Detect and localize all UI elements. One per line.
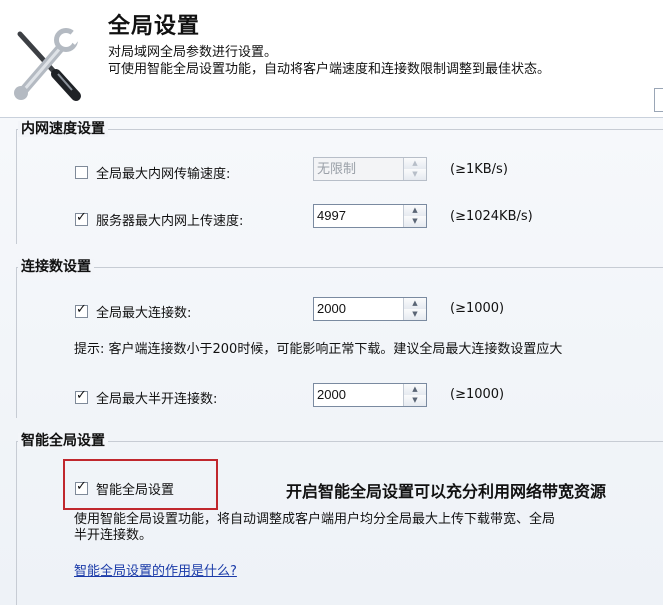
smart-description: 使用智能全局设置功能，将自动调整成客户端用户均分全局最大上传下载带宽、全局 半开… — [74, 512, 555, 544]
global-halfopen-conn-row: 全局最大半开连接数: — [75, 388, 217, 407]
spin-down-icon[interactable]: ▼ — [404, 216, 426, 227]
global-max-speed-checkbox[interactable] — [75, 166, 88, 179]
global-max-speed-stepper[interactable]: 无限制 ▲ ▼ — [313, 157, 427, 181]
page-title: 全局设置 — [108, 14, 201, 39]
global-max-conn-label: 全局最大连接数: — [96, 306, 192, 321]
spin-down-icon[interactable]: ▼ — [404, 309, 426, 320]
wrench-screwdriver-icon — [14, 27, 84, 101]
server-upload-speed-label: 服务器最大内网上传速度: — [96, 214, 244, 229]
server-upload-speed-stepper[interactable]: 4997 ▲ ▼ — [313, 204, 427, 228]
smart-group-title: 智能全局设置 — [18, 433, 108, 449]
global-max-speed-label: 全局最大内网传输速度: — [96, 167, 231, 182]
global-halfopen-conn-value: 2000 — [317, 387, 346, 402]
server-upload-speed-row: 服务器最大内网上传速度: — [75, 210, 243, 229]
description-line-1: 对局域网全局参数进行设置。 — [108, 45, 278, 60]
smart-description-line-1: 使用智能全局设置功能，将自动调整成客户端用户均分全局最大上传下载带宽、全局 — [74, 512, 556, 527]
spin-down-icon[interactable]: ▼ — [404, 169, 426, 180]
global-max-speed-row: 全局最大内网传输速度: — [75, 163, 230, 182]
global-halfopen-conn-checkbox[interactable] — [75, 388, 88, 404]
global-max-speed-range: (≥1KB/s) — [450, 162, 508, 177]
global-max-conn-row: 全局最大连接数: — [75, 302, 191, 321]
callout-text: 开启智能全局设置可以充分利用网络带宽资源 — [286, 482, 607, 501]
global-max-conn-range: (≥1000) — [450, 301, 505, 316]
global-max-conn-value: 2000 — [317, 301, 346, 316]
page-description: 对局域网全局参数进行设置。 可使用智能全局设置功能，自动将客户端速度和连接数限制… — [108, 44, 550, 78]
highlight-box — [63, 459, 218, 510]
global-halfopen-conn-range: (≥1000) — [450, 387, 505, 402]
conn-hint-text: 提示: 客户端连接数小于200时候，可能影响正常下载。建议全局最大连接数设置应大 — [74, 342, 563, 357]
header-edge-control — [654, 88, 663, 112]
spin-up-icon[interactable]: ▲ — [404, 384, 426, 395]
conn-group-title: 连接数设置 — [18, 259, 94, 275]
smart-help-link[interactable]: 智能全局设置的作用是什么? — [74, 560, 237, 579]
server-upload-speed-checkbox[interactable] — [75, 210, 88, 226]
spin-down-icon[interactable]: ▼ — [404, 395, 426, 406]
smart-description-line-2: 半开连接数。 — [74, 528, 153, 543]
description-line-2: 可使用智能全局设置功能，自动将客户端速度和连接数限制调整到最佳状态。 — [108, 62, 551, 77]
global-max-conn-stepper[interactable]: 2000 ▲ ▼ — [313, 297, 427, 321]
header: 全局设置 对局域网全局参数进行设置。 可使用智能全局设置功能，自动将客户端速度和… — [0, 0, 663, 117]
server-upload-speed-range: (≥1024KB/s) — [450, 209, 533, 224]
global-halfopen-conn-stepper[interactable]: 2000 ▲ ▼ — [313, 383, 427, 407]
server-upload-speed-value: 4997 — [317, 208, 346, 223]
global-max-conn-checkbox[interactable] — [75, 302, 88, 318]
speed-group-title: 内网速度设置 — [18, 121, 108, 137]
global-max-speed-value: 无限制 — [317, 161, 357, 176]
spin-up-icon[interactable]: ▲ — [404, 205, 426, 216]
global-halfopen-conn-label: 全局最大半开连接数: — [96, 392, 218, 407]
spin-up-icon[interactable]: ▲ — [404, 158, 426, 169]
spin-up-icon[interactable]: ▲ — [404, 298, 426, 309]
